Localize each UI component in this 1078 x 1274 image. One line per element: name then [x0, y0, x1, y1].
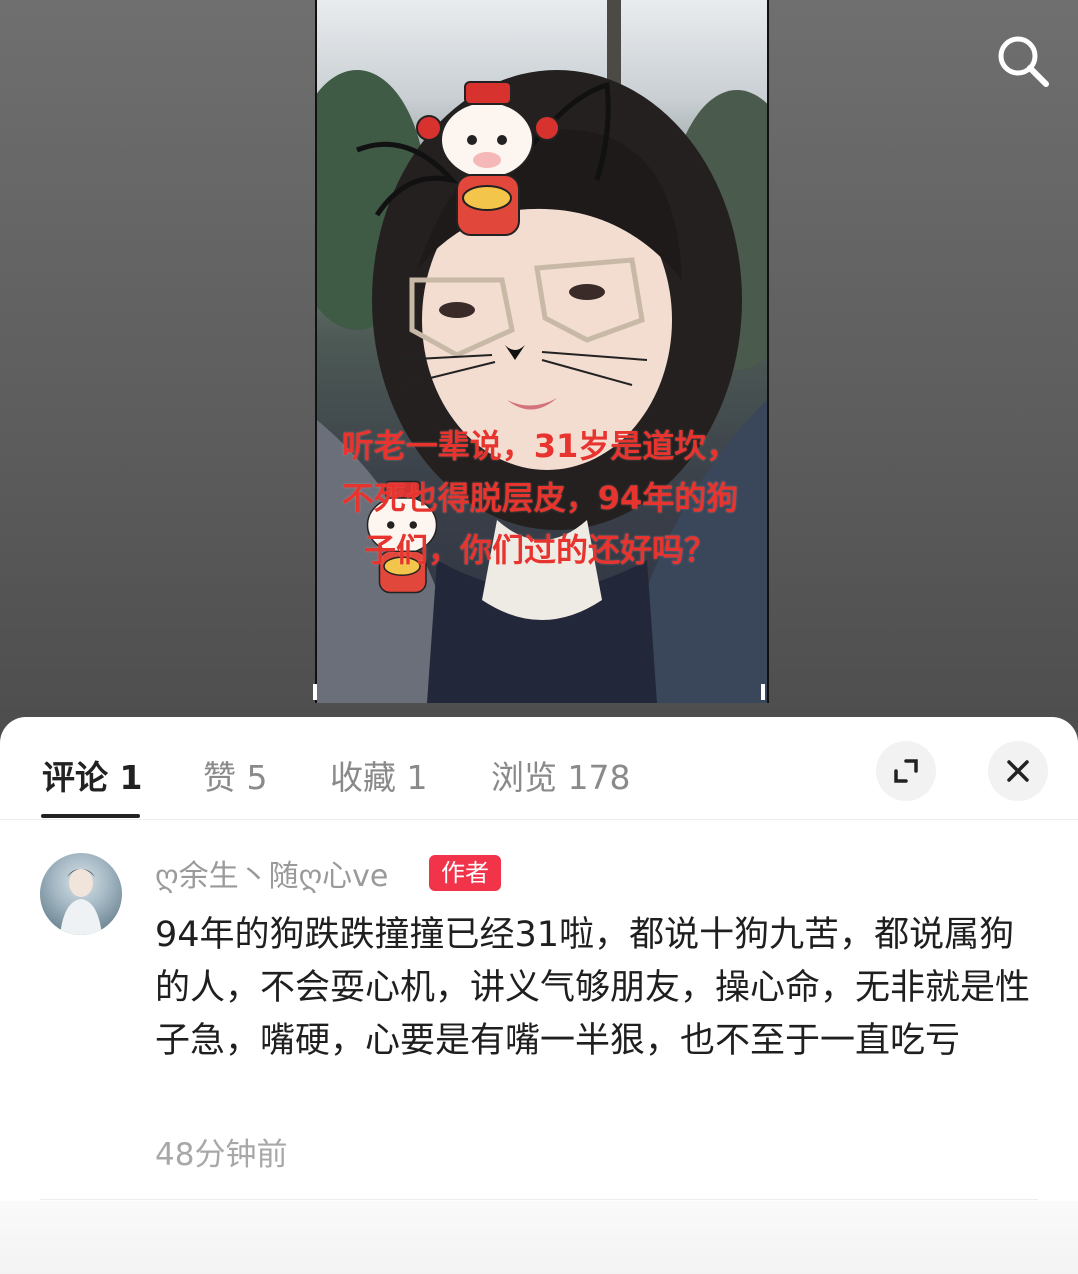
tab-likes[interactable]: 赞 5	[203, 751, 268, 799]
tab-comments[interactable]: 评论 1	[42, 751, 142, 799]
close-button[interactable]	[988, 741, 1048, 801]
comment-divider	[40, 1199, 1038, 1200]
post-overlay-text: 听老一辈说，31岁是道坎，不死也得脱层皮，94年的狗子们，你们过的还好吗？	[341, 427, 739, 569]
comment-time: 48分钟前	[155, 1137, 288, 1173]
comments-sheet: 评论 1 赞 5 收藏 1 浏览 178 ღ余生丶随ღ心ve 作者 94年的狗跌…	[0, 717, 1078, 1274]
photo-illustration	[317, 0, 767, 703]
sheet-tabs: 评论 1 赞 5 收藏 1 浏览 178	[0, 717, 1078, 819]
crop-handle-left	[313, 684, 317, 700]
expand-icon	[894, 759, 918, 783]
next-item-placeholder	[0, 1201, 1078, 1274]
expand-button[interactable]	[876, 741, 936, 801]
post-media-area: 听老一辈说，31岁是道坎，不死也得脱层皮，94年的狗子们，你们过的还好吗？	[0, 0, 1078, 740]
tab-views[interactable]: 浏览 178	[491, 751, 630, 799]
comment-text: 94年的狗跌跌撞撞已经31啦，都说十狗九苦，都说属狗的人，不会耍心机，讲义气够朋…	[155, 915, 1031, 1061]
tabs-divider	[0, 819, 1078, 820]
search-icon[interactable]	[992, 30, 1052, 90]
avatar[interactable]	[40, 853, 122, 935]
crop-handle-right	[761, 684, 765, 700]
post-image[interactable]	[315, 0, 769, 703]
close-icon	[1007, 760, 1029, 782]
author-badge: 作者	[429, 855, 501, 891]
tab-favorites[interactable]: 收藏 1	[330, 751, 428, 799]
comment-username[interactable]: ღ余生丶随ღ心ve	[155, 851, 388, 895]
active-tab-indicator	[41, 814, 140, 818]
